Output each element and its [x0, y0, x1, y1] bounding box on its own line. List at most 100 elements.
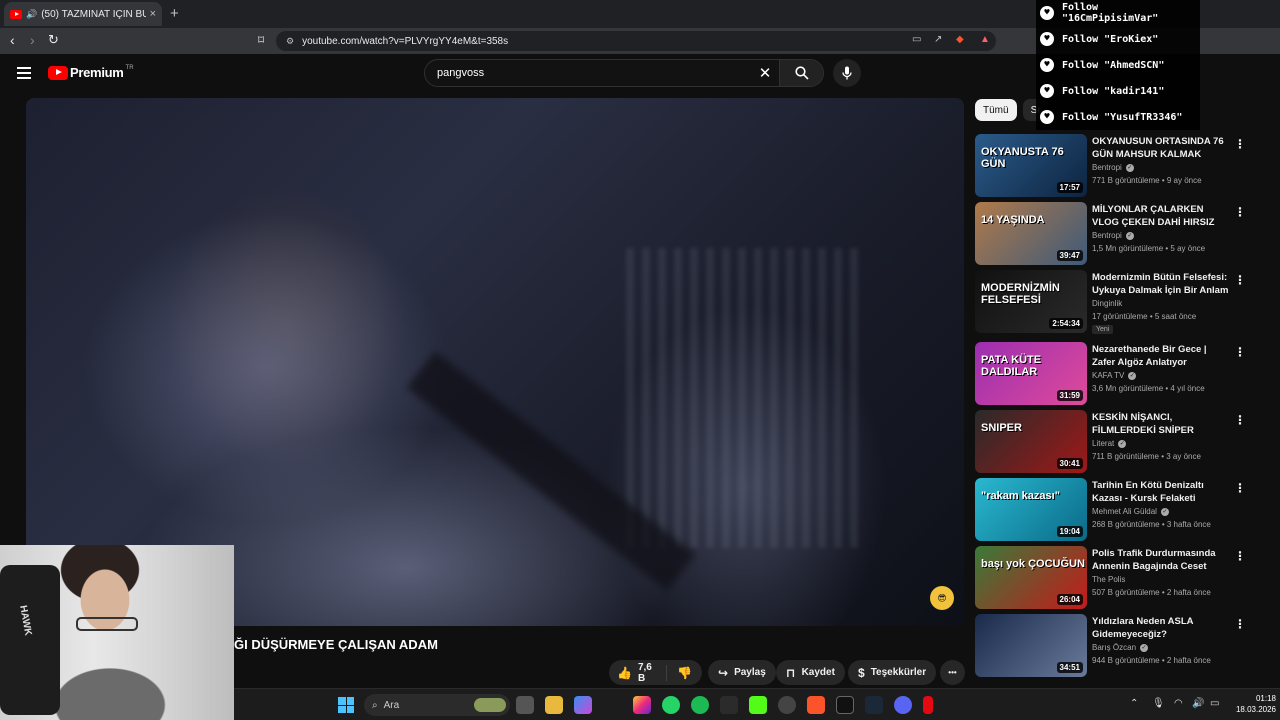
- recommendation-title[interactable]: KESKİN NİŞANCI, FİLMLERDEKİ SNİPER SAHNE…: [1092, 411, 1230, 437]
- dislike-button[interactable]: 👎: [667, 666, 702, 680]
- recommendation-title[interactable]: MİLYONLAR ÇALARKEN VLOG ÇEKEN DAHİ HIRSI…: [1092, 203, 1230, 229]
- channel-name[interactable]: Barış Özcan: [1092, 643, 1136, 652]
- bookmark-icon[interactable]: ⌑: [258, 33, 264, 47]
- more-options-icon[interactable]: ⋮: [1234, 413, 1246, 427]
- like-button[interactable]: 👍 7,6 B: [609, 662, 668, 684]
- video-thumbnail[interactable]: "rakam kazası" 19:04: [975, 478, 1087, 541]
- share-icon: ↪: [718, 665, 729, 680]
- video-duration: 39:47: [1056, 250, 1083, 261]
- save-button[interactable]: ⊓ Kaydet: [776, 660, 845, 685]
- channel-name[interactable]: The Polis: [1092, 575, 1125, 584]
- video-duration: 34:51: [1056, 662, 1083, 673]
- recommendation-item[interactable]: SNIPER 30:41 KESKİN NİŞANCI, FİLMLERDEKİ S…: [975, 410, 1265, 474]
- video-thumbnail[interactable]: 34:51: [975, 614, 1087, 677]
- recommendation-item[interactable]: 34:51 Yıldızlara Neden ASLA Gidemeyeceğiz…: [975, 614, 1265, 678]
- recommendation-title[interactable]: Nezarethanede Bir Gece | Zafer Algöz Anl…: [1092, 343, 1230, 369]
- channel-name-row: Dinginlik: [1092, 299, 1122, 308]
- kick-icon[interactable]: [749, 696, 767, 714]
- tray-volume-icon[interactable]: 🔊: [1192, 698, 1204, 709]
- new-tab-button[interactable]: +: [170, 5, 179, 22]
- video-thumbnail[interactable]: MODERNİZMİN FELSEFESİ 2:54:34: [975, 270, 1087, 333]
- video-meta: 771 B görüntüleme • 9 ay önce: [1092, 176, 1202, 185]
- video-thumbnail[interactable]: SNIPER 30:41: [975, 410, 1087, 473]
- more-options-icon[interactable]: ⋮: [1234, 617, 1246, 631]
- obs-icon[interactable]: [778, 696, 796, 714]
- more-options-icon[interactable]: ⋮: [1234, 137, 1246, 151]
- more-options-icon[interactable]: ⋮: [1234, 273, 1246, 287]
- reload-icon[interactable]: ↻: [48, 32, 59, 48]
- back-icon[interactable]: ‹: [10, 32, 15, 48]
- video-thumbnail[interactable]: OKYANUSTA 76 GÜN 17:57: [975, 134, 1087, 197]
- netflix-icon[interactable]: [923, 696, 933, 714]
- search-button[interactable]: [779, 60, 823, 86]
- share-button[interactable]: ↪ Paylaş: [708, 660, 776, 685]
- search-icon: ⌕: [372, 699, 378, 711]
- taskbar-search[interactable]: ⌕ Ara: [364, 694, 510, 716]
- thanks-action: $ Teşekkürler: [848, 660, 937, 685]
- channel-name[interactable]: Literat: [1092, 439, 1114, 448]
- brave-shield-icon[interactable]: ◆: [956, 34, 964, 45]
- whatsapp-icon[interactable]: [662, 696, 680, 714]
- voice-search-button[interactable]: [833, 59, 861, 87]
- tab-close-icon[interactable]: ×: [150, 8, 156, 20]
- more-options-icon[interactable]: ⋮: [1234, 481, 1246, 495]
- tray-wifi-icon[interactable]: ◠: [1174, 698, 1183, 709]
- youtube-logo[interactable]: Premium TR: [48, 65, 134, 80]
- system-clock[interactable]: 01:18 18.03.2026: [1224, 693, 1276, 715]
- recommendation-title[interactable]: Yıldızlara Neden ASLA Gidemeyeceğiz?: [1092, 615, 1230, 641]
- share-page-icon[interactable]: ↗: [934, 34, 942, 45]
- more-actions-button[interactable]: •••: [940, 660, 965, 685]
- more-options-icon[interactable]: ⋮: [1234, 345, 1246, 359]
- more-action: •••: [940, 660, 965, 685]
- discord-icon[interactable]: [894, 696, 912, 714]
- spotify-icon[interactable]: [691, 696, 709, 714]
- app-icon[interactable]: [720, 696, 738, 714]
- video-thumbnail[interactable]: 14 YAŞINDA 39:47: [975, 202, 1087, 265]
- address-bar[interactable]: ⚙ youtube.com/watch?v=PLVYrgYY4eM&t=358s: [276, 31, 996, 51]
- recommendation-title[interactable]: Modernizmin Bütün Felsefesi: Uykuya Dalm…: [1092, 271, 1230, 297]
- channel-name[interactable]: Bentropi: [1092, 231, 1122, 240]
- instagram-icon[interactable]: [633, 696, 651, 714]
- recommendation-item[interactable]: OKYANUSTA 76 GÜN 17:57 OKYANUSUN ORTASINDA…: [975, 134, 1265, 198]
- site-info-icon[interactable]: ⚙: [286, 36, 294, 47]
- brave-icon[interactable]: [807, 696, 825, 714]
- cast-icon[interactable]: ▭: [912, 34, 921, 45]
- recommendation-item[interactable]: 14 YAŞINDA 39:47 MİLYONLAR ÇALARKEN VLOG Ç…: [975, 202, 1265, 266]
- thanks-button[interactable]: $ Teşekkürler: [848, 660, 937, 685]
- clock-time: 01:18: [1255, 694, 1276, 703]
- browser-tab[interactable]: 🔊 (50) TAZMİNAT İÇİN BULUNDU ×: [4, 2, 162, 26]
- recommendation-item[interactable]: "rakam kazası" 19:04 Tarihin En Kötü Deniz…: [975, 478, 1265, 542]
- recommendation-title[interactable]: Polis Trafik Durdurmasında Annenin Bagaj…: [1092, 547, 1230, 573]
- task-view-icon[interactable]: [516, 696, 534, 714]
- recommendation-title[interactable]: Tarihin En Kötü Denizaltı Kazası - Kursk…: [1092, 479, 1230, 505]
- streamer-webcam: HAWK: [0, 545, 234, 720]
- menu-icon[interactable]: [17, 67, 31, 79]
- windows-start-icon[interactable]: [338, 697, 354, 713]
- video-thumbnail[interactable]: başı yok ÇOCUĞUN 26:04: [975, 546, 1087, 609]
- recommendation-item[interactable]: PATA KÜTE DALDILAR 31:59 Nezarethanede Bir…: [975, 342, 1265, 406]
- recommendation-item[interactable]: MODERNİZMİN FELSEFESİ 2:54:34 Modernizmin …: [975, 270, 1265, 334]
- chip-all[interactable]: Tümü: [975, 99, 1017, 121]
- recommendation-title[interactable]: OKYANUSUN ORTASINDA 76 GÜN MAHSUR KALMAK: [1092, 135, 1230, 161]
- brave-rewards-icon[interactable]: ▲: [980, 34, 990, 45]
- more-options-icon[interactable]: ⋮: [1234, 205, 1246, 219]
- video-thumbnail[interactable]: PATA KÜTE DALDILAR 31:59: [975, 342, 1087, 405]
- channel-name[interactable]: KAFA TV: [1092, 371, 1124, 380]
- steam-icon[interactable]: [865, 696, 883, 714]
- channel-name[interactable]: Mehmet Ali Güldal: [1092, 507, 1157, 516]
- tray-battery-icon[interactable]: ▭: [1210, 698, 1219, 709]
- copilot-icon[interactable]: [574, 696, 592, 714]
- epic-games-icon[interactable]: [836, 696, 854, 714]
- heart-icon: ♥: [1040, 58, 1054, 72]
- search-input[interactable]: [425, 67, 751, 79]
- file-explorer-icon[interactable]: [545, 696, 563, 714]
- tray-chevron-icon[interactable]: ⌃: [1130, 698, 1138, 709]
- more-options-icon[interactable]: ⋮: [1234, 549, 1246, 563]
- video-duration: 30:41: [1056, 458, 1083, 469]
- recommendation-item[interactable]: başı yok ÇOCUĞUN 26:04 Polis Trafik Durdur…: [975, 546, 1265, 610]
- channel-name[interactable]: Bentropi: [1092, 163, 1122, 172]
- clear-search-icon[interactable]: ✕: [751, 64, 779, 82]
- forward-icon[interactable]: ›: [30, 32, 35, 48]
- tray-mic-icon[interactable]: 🎙: [1152, 698, 1165, 709]
- channel-name[interactable]: Dinginlik: [1092, 299, 1122, 308]
